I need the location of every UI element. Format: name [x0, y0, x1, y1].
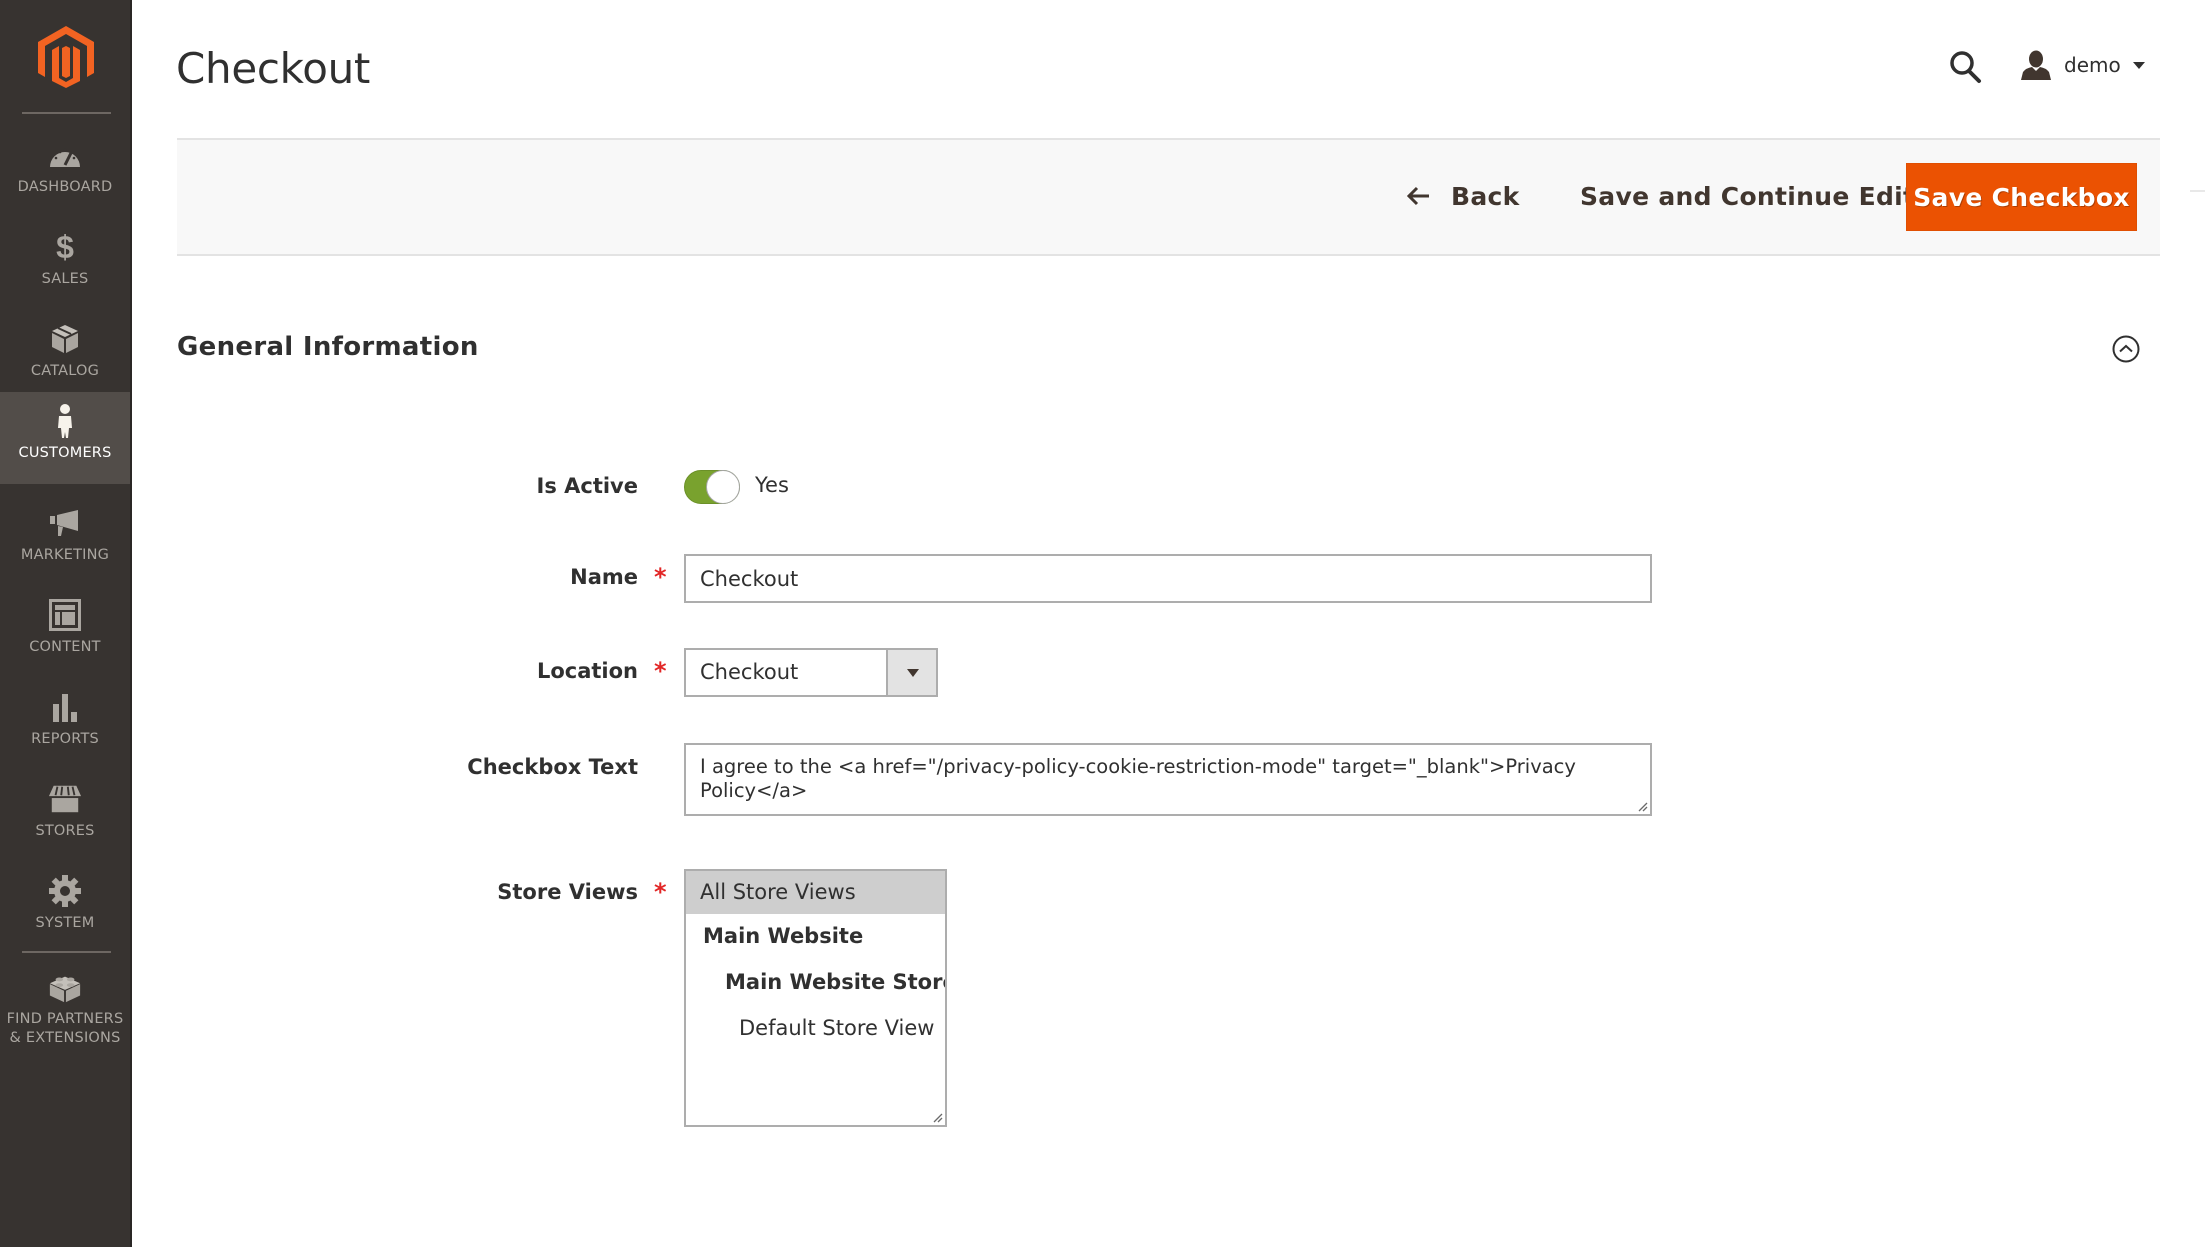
sidebar-divider	[22, 951, 111, 953]
global-search-button[interactable]	[1948, 50, 1984, 84]
sidebar-item-label: System	[35, 915, 95, 931]
resize-handle-icon[interactable]	[931, 1111, 943, 1123]
store-view-option[interactable]: All Store Views	[686, 871, 945, 914]
location-selected-value: Checkout	[700, 660, 799, 684]
back-label: Back	[1451, 181, 1520, 211]
required-indicator: *	[654, 657, 667, 685]
sidebar-item-label: Find Partners & Extensions	[6, 1011, 124, 1046]
checkbox-text-label: Checkbox Text	[467, 755, 638, 779]
required-indicator: *	[654, 878, 667, 906]
page-title: Checkout	[176, 44, 371, 93]
caret-down-icon	[907, 669, 919, 677]
sidebar-item-stores[interactable]: Stores	[0, 770, 130, 862]
lego-brick-icon	[48, 970, 82, 1004]
checkbox-text-value: I agree to the <a href="/privacy-policy-…	[700, 755, 1576, 802]
admin-user-menu[interactable]: demo	[2020, 48, 2145, 82]
person-icon	[48, 404, 82, 438]
sidebar-divider	[22, 112, 111, 114]
magento-logo-icon[interactable]	[38, 26, 94, 88]
sidebar-item-find-partners[interactable]: Find Partners & Extensions	[0, 958, 130, 1068]
sidebar-item-label: Reports	[31, 731, 99, 747]
arrow-left-icon	[1407, 186, 1429, 206]
sidebar-item-label: Marketing	[20, 547, 110, 563]
name-input[interactable]	[684, 554, 1652, 603]
sidebar-item-label: Dashboard	[17, 179, 113, 195]
option-label: Main Website	[703, 924, 864, 948]
dollar-icon: $	[56, 229, 74, 265]
dashboard-icon	[48, 138, 82, 172]
sidebar-item-content[interactable]: Content	[0, 586, 130, 678]
sidebar-item-sales[interactable]: $ Sales	[0, 218, 130, 310]
option-label: All Store Views	[700, 880, 856, 904]
sidebar-item-system[interactable]: System	[0, 862, 130, 954]
back-button[interactable]: Back	[1407, 178, 1520, 214]
admin-sidebar: Dashboard $ Sales Catalog Customers Mark…	[0, 0, 132, 1247]
is-active-value: Yes	[755, 473, 789, 497]
bar-chart-icon	[48, 690, 82, 724]
resize-handle-icon[interactable]	[1636, 800, 1648, 812]
chevron-down-icon	[2132, 61, 2145, 69]
location-label: Location	[536, 659, 638, 683]
collapse-section-button[interactable]	[2112, 335, 2140, 363]
sidebar-item-label: Catalog	[30, 363, 100, 379]
layout-icon	[48, 598, 82, 632]
store-view-option[interactable]: Default Store View	[686, 1007, 945, 1050]
edge-divider	[2190, 190, 2205, 192]
gear-icon	[48, 874, 82, 908]
store-views-multiselect[interactable]: All Store Views Main Website Main Websit…	[684, 869, 947, 1127]
sidebar-item-reports[interactable]: Reports	[0, 678, 130, 770]
store-views-label: Store Views	[497, 880, 638, 904]
store-view-option[interactable]: Main Website	[686, 915, 945, 958]
chevron-up-circle-icon	[2112, 335, 2140, 363]
location-select[interactable]: Checkout	[684, 648, 938, 697]
is-active-toggle[interactable]	[684, 470, 740, 504]
sidebar-item-label: Customers	[18, 445, 112, 461]
box-icon	[48, 322, 82, 356]
user-name: demo	[2064, 53, 2121, 77]
megaphone-icon	[48, 506, 82, 540]
sidebar-item-customers[interactable]: Customers	[0, 392, 130, 484]
section-title[interactable]: General Information	[177, 332, 479, 362]
sidebar-item-dashboard[interactable]: Dashboard	[0, 126, 130, 218]
user-icon	[2021, 50, 2051, 80]
search-icon	[1950, 51, 1981, 83]
toggle-knob	[706, 470, 740, 504]
sidebar-item-catalog[interactable]: Catalog	[0, 310, 130, 402]
required-indicator: *	[654, 563, 667, 591]
select-toggle[interactable]	[886, 650, 936, 695]
sidebar-item-label: Stores	[35, 823, 95, 839]
option-label: Main Website Store	[725, 970, 947, 994]
option-label: Default Store View	[739, 1016, 935, 1040]
save-and-continue-button[interactable]: Save and Continue Edit	[1580, 178, 1915, 214]
store-view-option[interactable]: Main Website Store	[686, 961, 945, 1004]
sidebar-item-marketing[interactable]: Marketing	[0, 494, 130, 586]
sidebar-item-label: Content	[29, 639, 101, 655]
save-checkbox-button[interactable]: Save Checkbox	[1906, 163, 2137, 231]
name-label: Name	[570, 565, 638, 589]
sidebar-item-label: Sales	[41, 271, 89, 287]
storefront-icon	[48, 782, 82, 816]
is-active-label: Is Active	[536, 474, 639, 498]
checkbox-text-textarea[interactable]: I agree to the <a href="/privacy-policy-…	[684, 743, 1652, 816]
